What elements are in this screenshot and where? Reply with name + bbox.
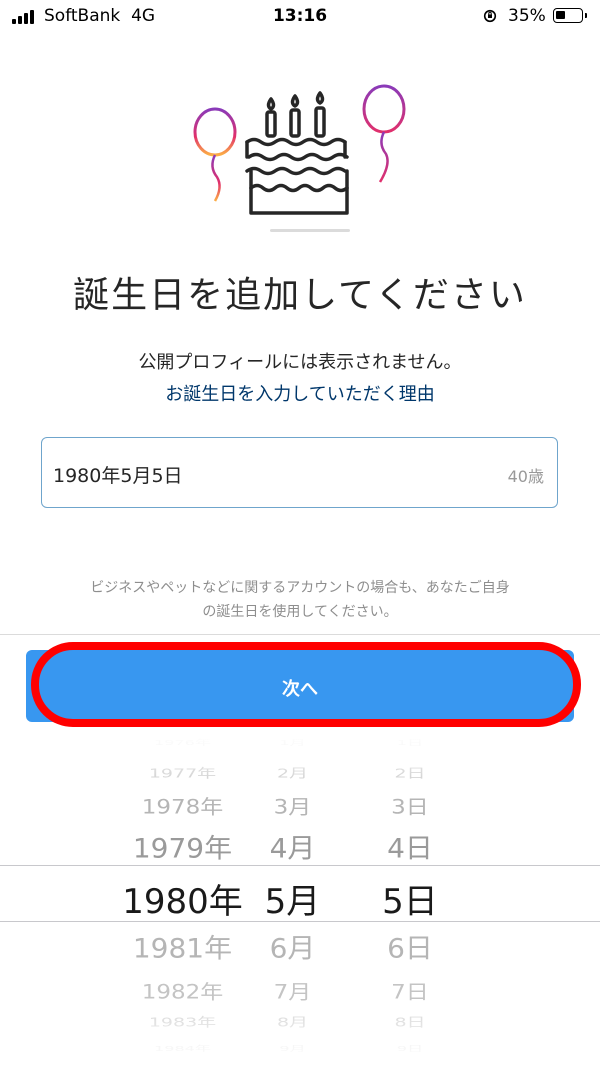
next-button-label: 次へ — [282, 679, 318, 700]
picker-month-selected[interactable]: 5月 — [235, 874, 350, 923]
date-picker[interactable]: 1976年1977年1978年1979年1980年1981年1982年1983年… — [0, 736, 600, 1067]
birthday-reason-link[interactable]: お誕生日を入力していただく理由 — [0, 380, 600, 406]
picker-month[interactable]: 4月 — [235, 828, 350, 866]
picker-month[interactable]: 6月 — [235, 928, 350, 966]
birthday-input[interactable]: 1980年5月5日 40歳 — [41, 437, 558, 508]
page-title: 誕生日を追加してください — [73, 275, 527, 316]
battery-percent: 35% — [508, 6, 546, 26]
age-label: 40歳 — [507, 467, 544, 486]
divider — [270, 229, 350, 232]
right-balloon — [362, 84, 406, 134]
birthday-cake-illustration — [193, 84, 406, 215]
left-balloon — [193, 107, 237, 157]
picker-month[interactable]: 7月 — [235, 976, 350, 1005]
status-bar: SoftBank 4G 13:16 35% — [0, 0, 600, 34]
next-button[interactable]: 次へ — [26, 650, 574, 722]
picker-day[interactable]: 7日 — [350, 976, 470, 1005]
battery-icon — [553, 8, 583, 23]
birthday-value: 1980年5月5日 — [53, 465, 183, 487]
cake — [245, 91, 349, 215]
picker-day[interactable]: 4日 — [350, 828, 470, 866]
subtitle: 公開プロフィールには表示されません。 — [138, 352, 462, 373]
helper-text-line-2: の誕生日を使用してください。 — [202, 604, 398, 620]
helper-text-line-1: ビジネスやペットなどに関するアカウントの場合も、あなたご自身 — [90, 580, 510, 596]
separator — [0, 634, 600, 635]
picker-day-selected[interactable]: 5日 — [350, 874, 470, 923]
helper-text: ビジネスやペットなどに関するアカウントの場合も、あなたご自身 の誕生日を使用して… — [20, 576, 580, 624]
picker-day[interactable]: 6日 — [350, 928, 470, 966]
orientation-lock-icon — [483, 9, 497, 23]
